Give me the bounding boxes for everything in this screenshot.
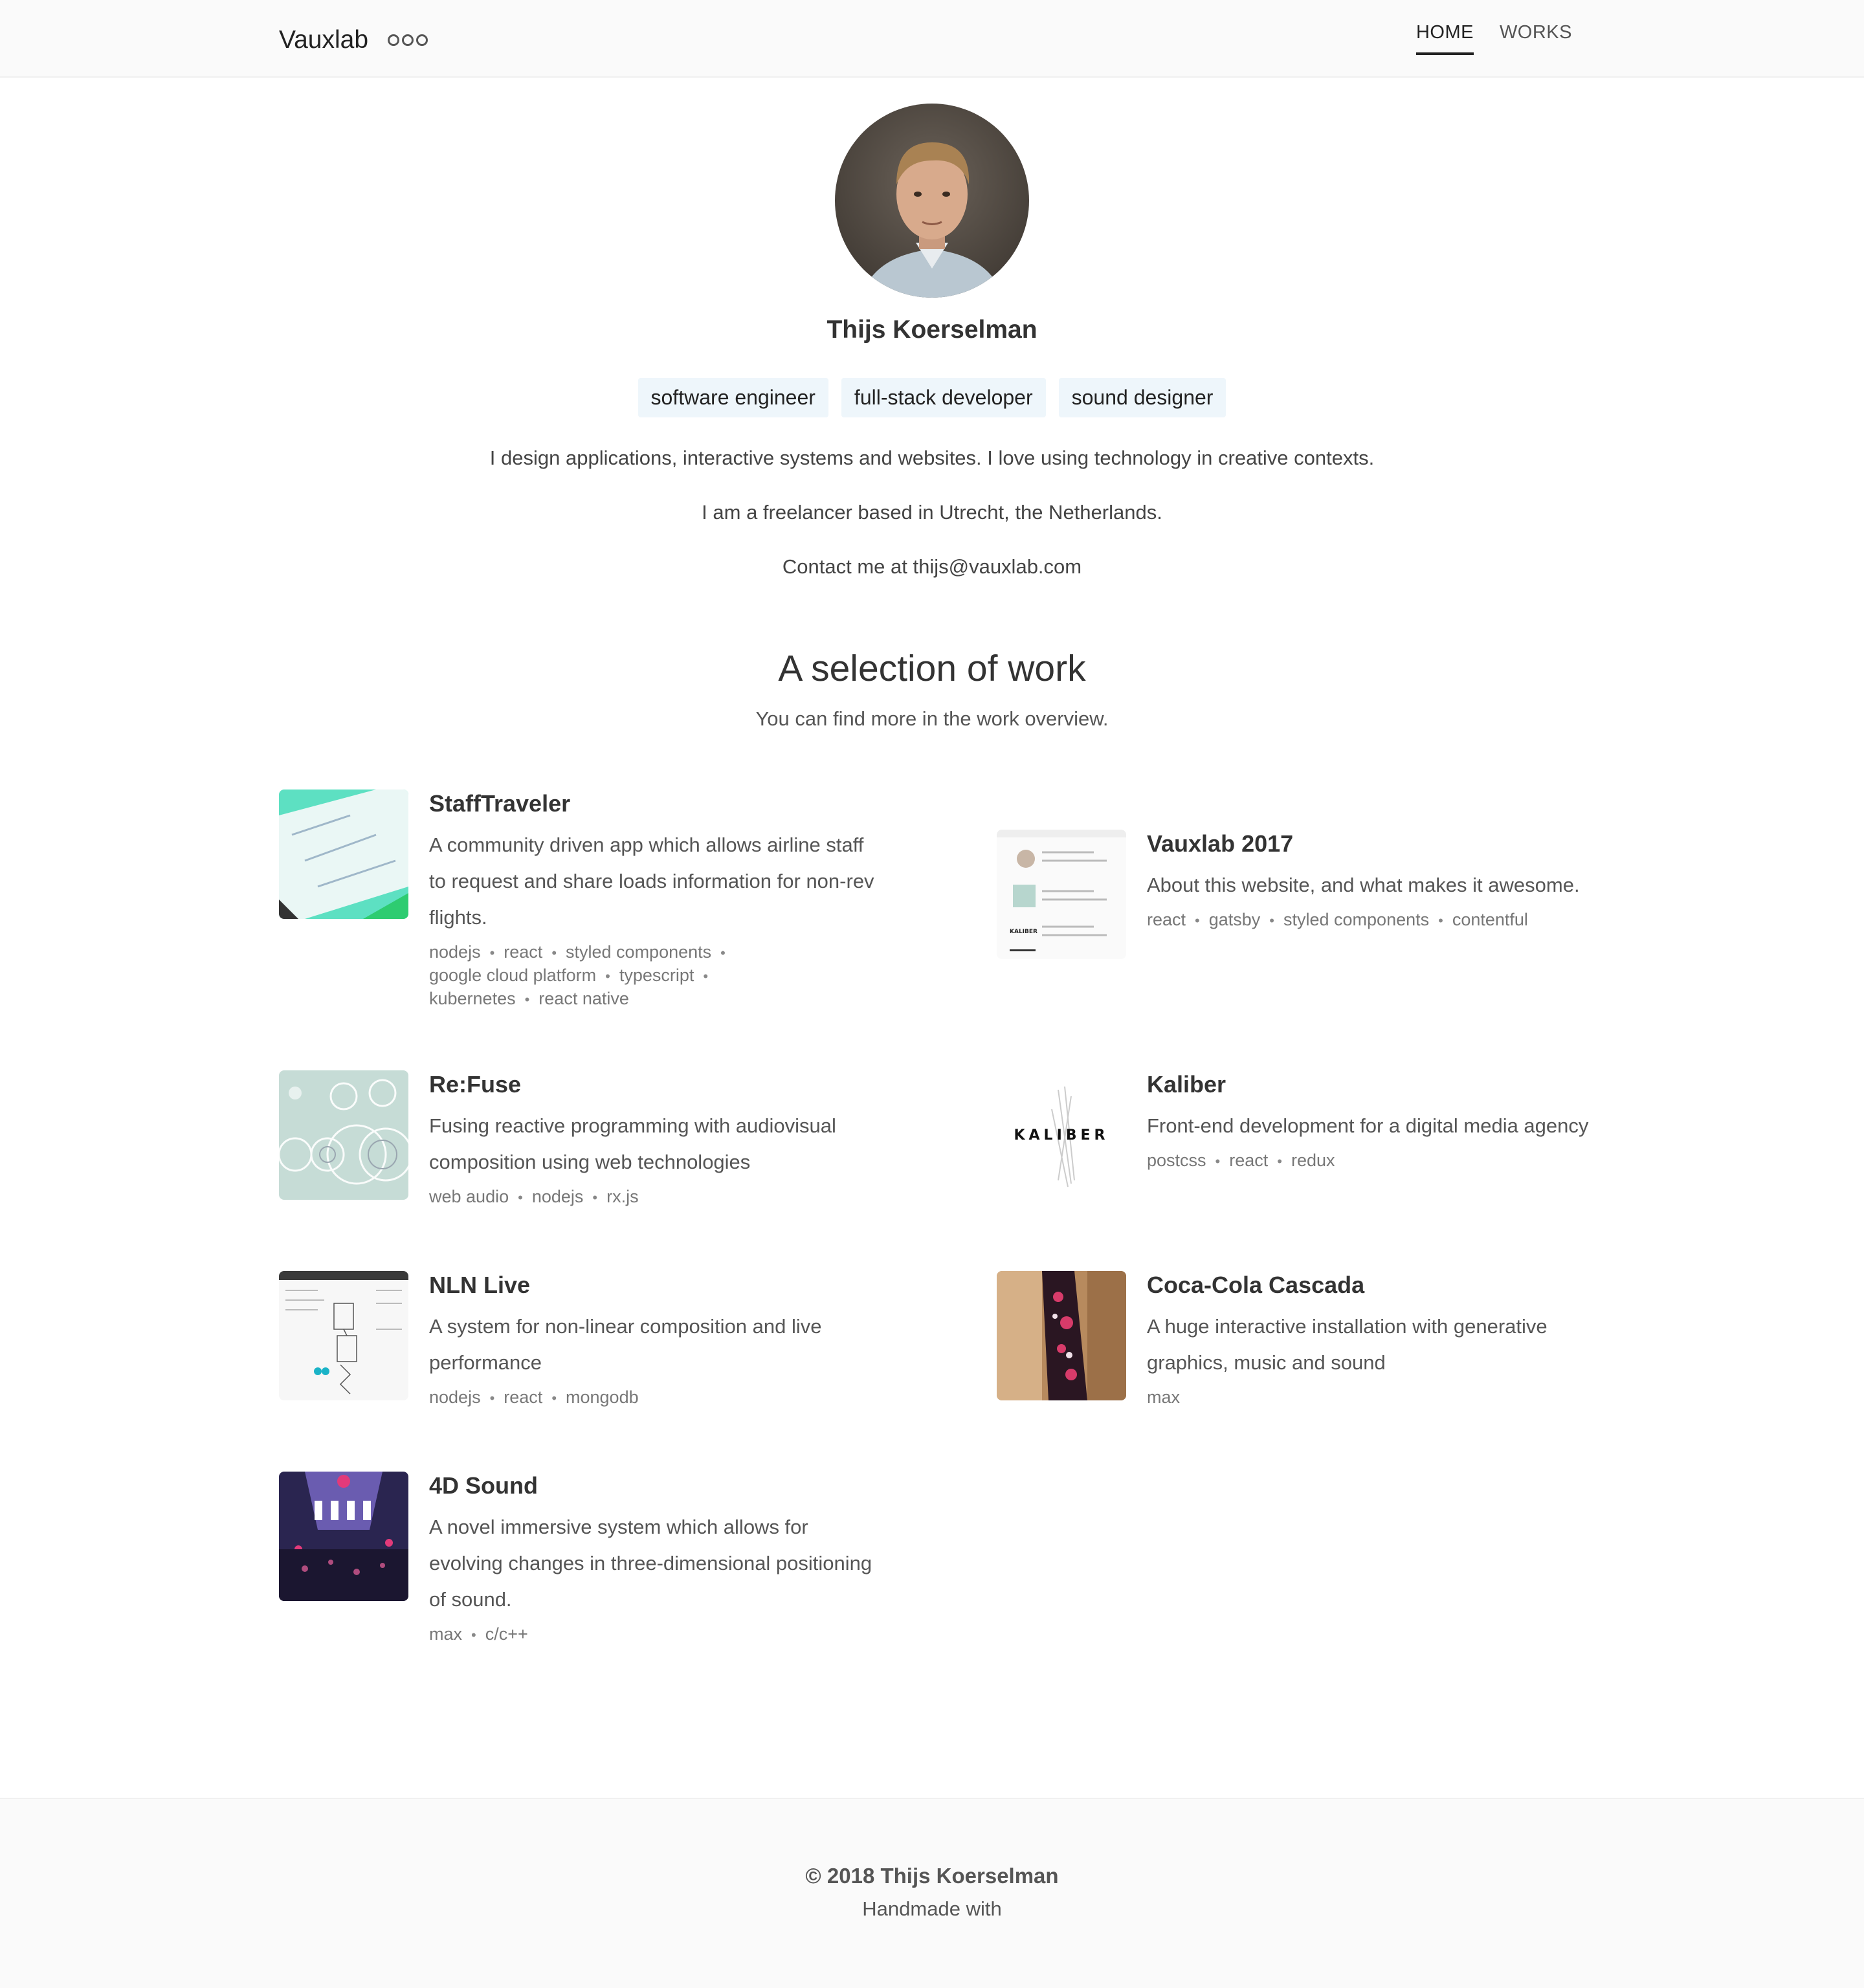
tech-tags: web audio nodejs rx.js	[429, 1186, 792, 1209]
main-nav: HOME WORKS	[1415, 22, 1572, 55]
work-title[interactable]: StaffTraveler	[429, 790, 876, 818]
tech-tag: kubernetes	[429, 988, 538, 1011]
section-subtitle[interactable]: You can find more in the work overview.	[0, 707, 1864, 731]
nln-live-thumbnail[interactable]	[279, 1271, 408, 1400]
profile-name: Thijs Koerselman	[827, 316, 1037, 344]
work-description: A community driven app which allows airl…	[429, 834, 874, 929]
work-title[interactable]: Re:Fuse	[429, 1070, 876, 1099]
tech-tag: mongodb	[566, 1387, 639, 1407]
tech-tags: max	[1147, 1386, 1509, 1408]
work-description: A novel immersive system which allows fo…	[429, 1516, 872, 1611]
tech-tags: postcss react redux	[1147, 1149, 1509, 1173]
intro-text: I design applications, interactive syste…	[489, 447, 1375, 469]
tech-tag: styled components	[566, 941, 735, 964]
tech-tag: react	[504, 941, 566, 964]
role-tag: software engineer	[638, 378, 828, 417]
tech-tag: nodejs	[532, 1186, 606, 1209]
kaliber-thumbnail[interactable]: KALIBER	[997, 1070, 1126, 1200]
role-tag: sound designer	[1058, 378, 1226, 417]
tech-tags: max c/c++	[429, 1623, 792, 1646]
role-tag: full-stack developer	[841, 378, 1046, 417]
tech-tag: nodejs	[429, 1386, 504, 1409]
kaliber-mini-logo: KALIBER	[1010, 929, 1037, 935]
tech-tag: rx.js	[606, 1187, 639, 1206]
location-text: I am a freelancer based in Utrecht, the …	[702, 501, 1162, 524]
tech-tag: redux	[1291, 1151, 1335, 1170]
nav-home-link[interactable]: HOME	[1415, 22, 1474, 55]
work-title[interactable]: Kaliber	[1147, 1070, 1593, 1099]
work-title[interactable]: 4D Sound	[429, 1472, 876, 1500]
copyright-text: © 2018 Thijs Koerselman	[805, 1864, 1059, 1888]
tech-tag: gatsby	[1209, 909, 1283, 932]
tech-tag: max	[429, 1623, 485, 1646]
tech-tags: nodejs react mongodb	[429, 1386, 792, 1409]
kaliber-logo-text: KALIBER	[1014, 1127, 1109, 1143]
4d-sound-thumbnail[interactable]	[279, 1472, 408, 1601]
coca-cola-cascada-thumbnail[interactable]	[997, 1271, 1126, 1400]
vauxlab-2017-thumbnail[interactable]: KALIBER	[997, 830, 1126, 959]
work-title[interactable]: NLN Live	[429, 1271, 876, 1299]
tech-tags: react gatsby styled components contentfu…	[1147, 909, 1600, 932]
tech-tag: web audio	[429, 1186, 532, 1209]
tech-tag: react	[1147, 909, 1209, 932]
tech-tag: react	[504, 1386, 566, 1409]
handmade-text: Handmade with	[862, 1897, 1002, 1920]
role-tags: software engineer full-stack developer s…	[0, 378, 1864, 417]
refuse-thumbnail[interactable]	[279, 1070, 408, 1200]
brand-name[interactable]: Vauxlab	[279, 26, 368, 54]
page-footer: © 2018 Thijs Koerselman Handmade with	[0, 1798, 1864, 1988]
nav-works-link[interactable]: WORKS	[1500, 22, 1572, 55]
tech-tag: max	[1147, 1387, 1181, 1407]
stafftraveler-thumbnail[interactable]	[279, 790, 408, 919]
brand-logo[interactable]: Vauxlab	[279, 22, 428, 58]
tech-tag: nodejs	[429, 941, 504, 964]
top-navigation-bar: Vauxlab HOME WORKS	[0, 0, 1864, 78]
brand-dots-icon	[388, 34, 428, 46]
tech-tag: styled components	[1283, 909, 1452, 932]
tech-tags: nodejs react styled components google cl…	[429, 941, 792, 1011]
work-description: About this website, and what makes it aw…	[1147, 874, 1580, 896]
tech-tag: c/c++	[485, 1624, 528, 1644]
work-description: A system for non-linear composition and …	[429, 1315, 822, 1374]
contact-text[interactable]: Contact me at thijs@vauxlab.com	[0, 555, 1864, 579]
tech-tag: typescript	[619, 964, 717, 988]
tech-tag: postcss	[1147, 1149, 1229, 1173]
tech-tag: contentful	[1452, 910, 1528, 929]
profile-avatar	[835, 104, 1029, 298]
tech-tag: react	[1229, 1149, 1291, 1173]
section-title: A selection of work	[778, 648, 1086, 689]
tech-tag: react native	[538, 989, 629, 1008]
work-title[interactable]: Vauxlab 2017	[1147, 830, 1593, 858]
work-description: Front-end development for a digital medi…	[1147, 1114, 1589, 1137]
work-description: Fusing reactive programming with audiovi…	[429, 1114, 836, 1173]
work-title[interactable]: Coca-Cola Cascada	[1147, 1271, 1593, 1299]
work-description: A huge interactive installation with gen…	[1147, 1315, 1548, 1374]
tech-tag: google cloud platform	[429, 964, 619, 988]
